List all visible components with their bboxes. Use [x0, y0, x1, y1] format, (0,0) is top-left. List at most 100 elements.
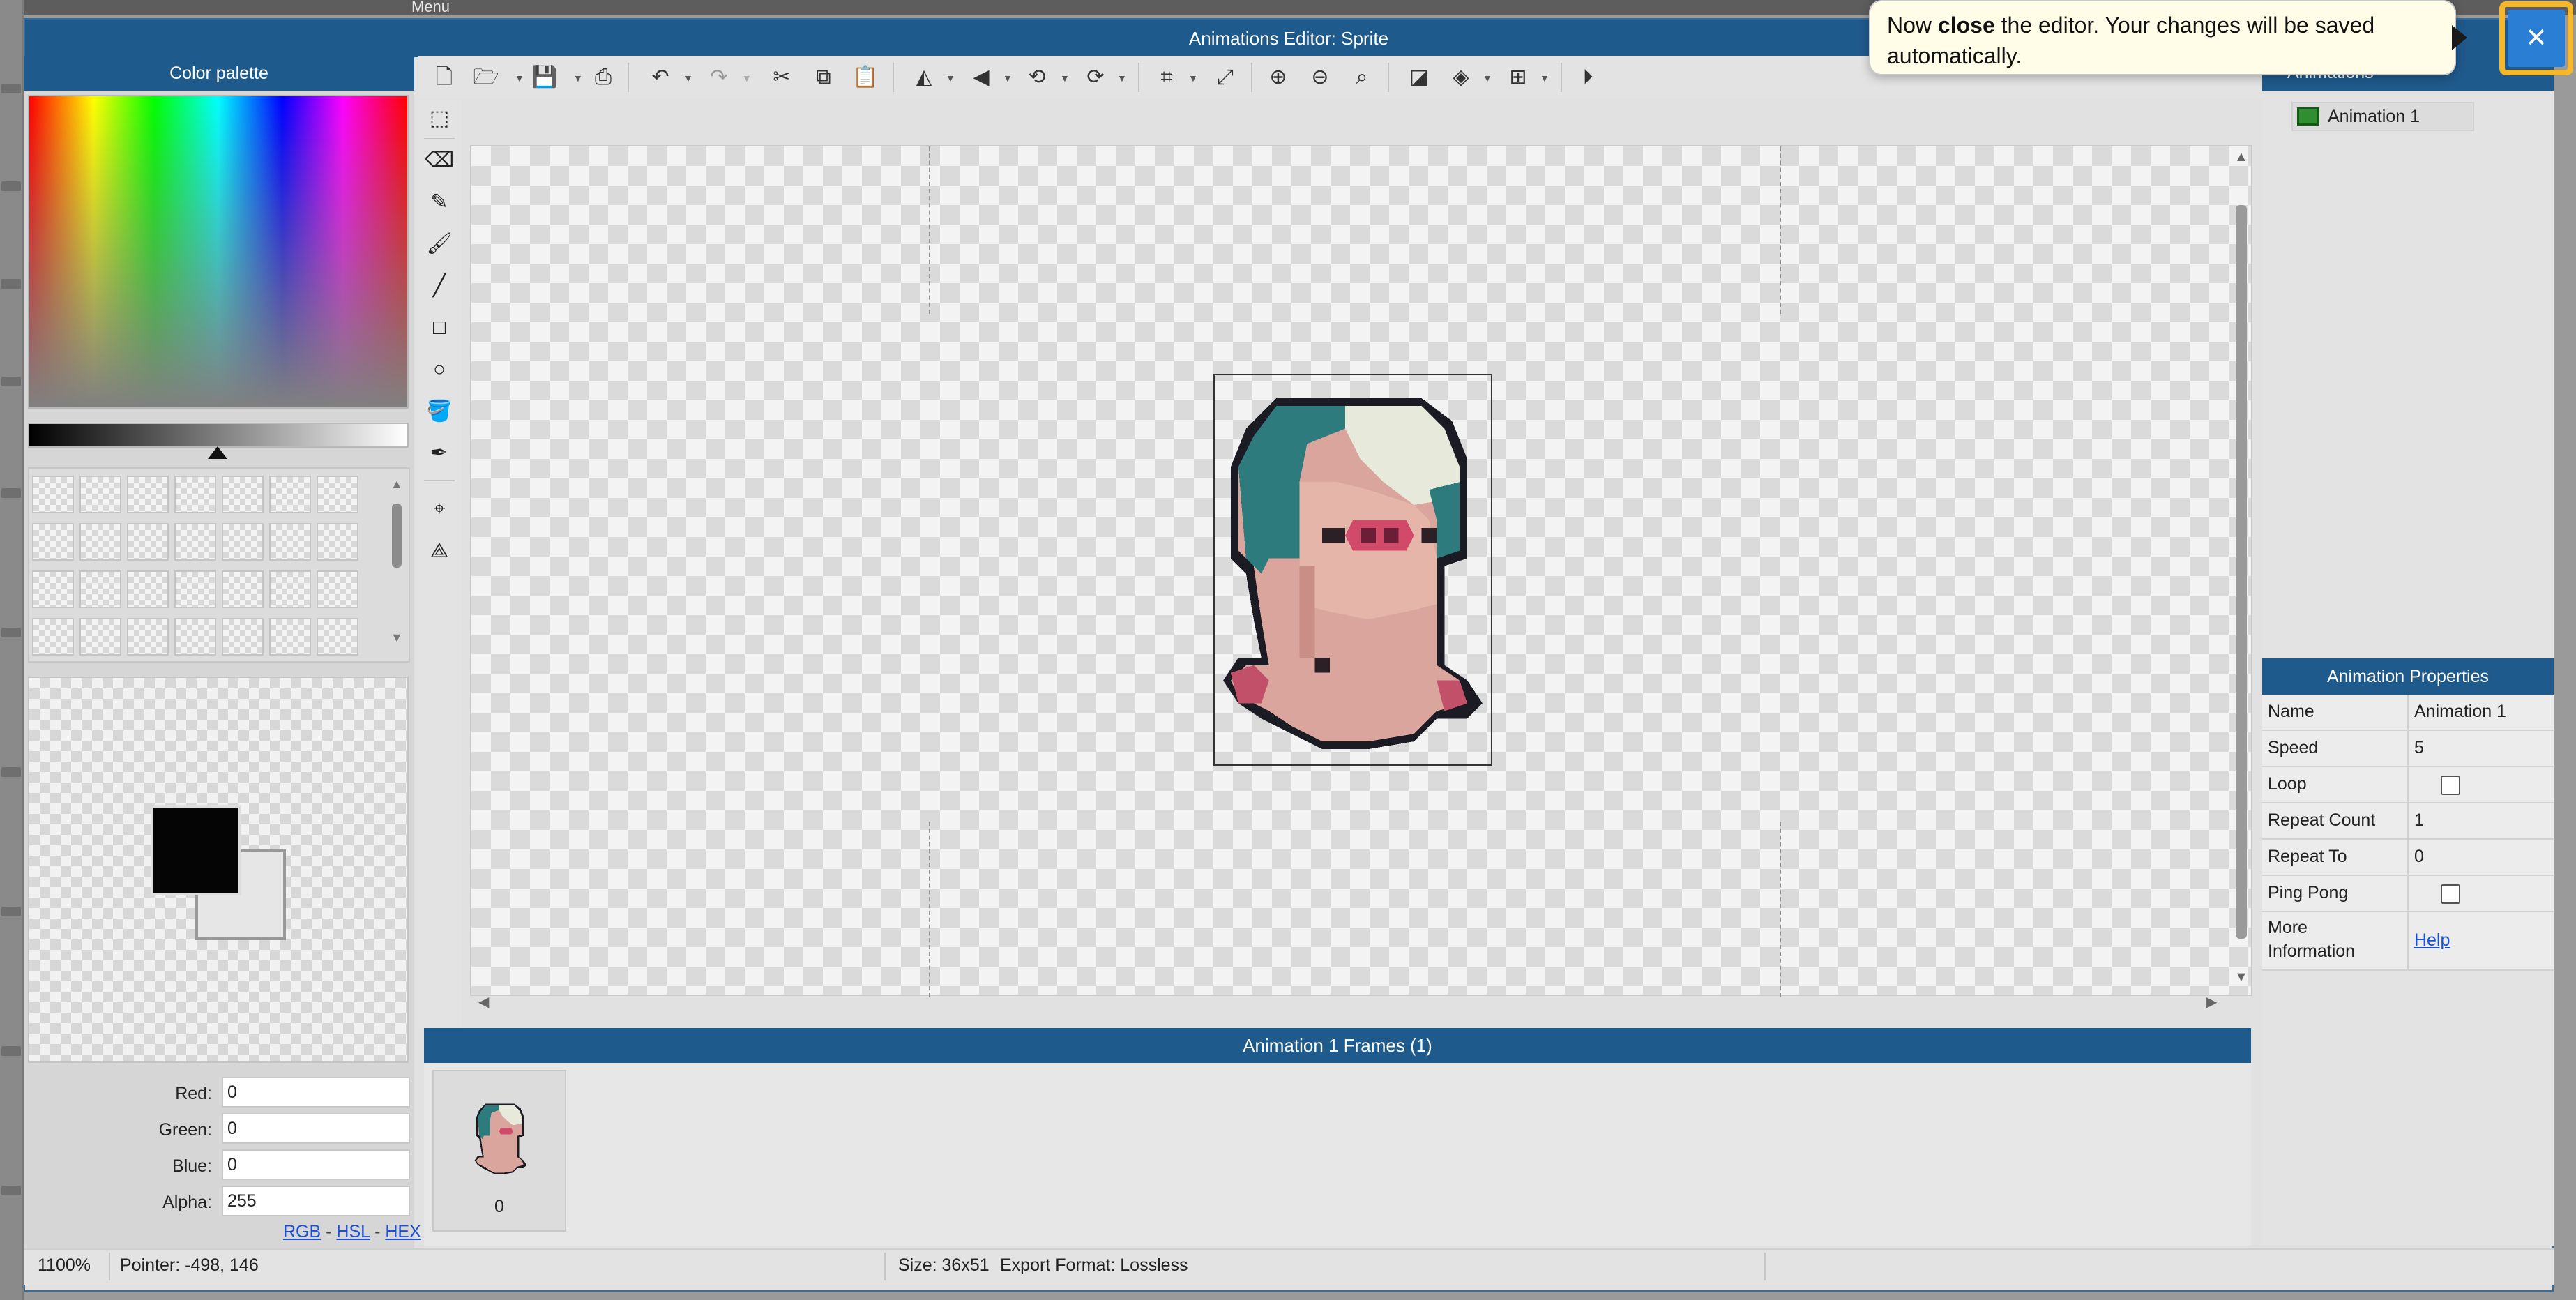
color-swatch[interactable] [269, 523, 311, 561]
line-icon[interactable]: ╱ [424, 271, 455, 301]
new-file-icon[interactable]: 🗋 [430, 63, 459, 92]
swatch-scroll-down-icon[interactable]: ▼ [391, 630, 403, 645]
swatch-scrollbar-thumb[interactable] [392, 504, 402, 568]
color-swatch[interactable] [174, 618, 216, 656]
rectangle-icon[interactable]: □ [424, 312, 455, 343]
zoom-reset-icon[interactable]: ⌕ [1347, 63, 1377, 92]
color-swatch[interactable] [174, 570, 216, 608]
canvas-scroll-left-icon[interactable]: ◀ [478, 993, 489, 1011]
color-swatch[interactable] [317, 618, 358, 656]
color-swatch[interactable] [269, 570, 311, 608]
open-folder-icon[interactable]: 🗁 [471, 63, 501, 92]
point-icon[interactable]: ⌖ [424, 494, 455, 524]
color-swatch[interactable] [32, 523, 74, 561]
rectangle-select-icon[interactable]: ⬚ [424, 103, 455, 134]
transparency-icon[interactable]: ◪ [1404, 63, 1434, 92]
open-dropdown-icon[interactable]: ▼ [515, 73, 524, 84]
color-swatch[interactable] [222, 523, 264, 561]
canvas-vertical-scrollbar[interactable] [2236, 205, 2247, 939]
color-picker-icon[interactable]: ✒ [424, 438, 455, 469]
redo-icon[interactable]: ↷ [704, 63, 734, 92]
crop-dropdown-icon[interactable]: ▼ [1188, 73, 1198, 84]
rotate-clockwise-icon[interactable]: ⟳ [1081, 63, 1110, 92]
crop-icon[interactable]: ⌗ [1152, 63, 1181, 92]
flip-vertical-dropdown-icon[interactable]: ▼ [1003, 73, 1013, 84]
zoom-in-icon[interactable]: ⊕ [1264, 63, 1293, 92]
blue-input[interactable]: 0 [222, 1149, 410, 1180]
color-swatch[interactable] [79, 476, 121, 513]
brightness-slider-marker[interactable] [208, 446, 227, 459]
color-spectrum-picker[interactable] [28, 95, 409, 409]
color-swatch[interactable] [269, 476, 311, 513]
hex-mode-link[interactable]: HEX [385, 1222, 421, 1241]
color-swatch[interactable] [222, 618, 264, 656]
eraser-icon[interactable]: ⌫ [424, 145, 455, 176]
red-input[interactable]: 0 [222, 1077, 410, 1108]
ellipse-icon[interactable]: ○ [424, 354, 455, 385]
hsl-mode-link[interactable]: HSL [336, 1222, 370, 1241]
color-swatch[interactable] [317, 476, 358, 513]
rotate-ccw-dropdown-icon[interactable]: ▼ [1060, 73, 1070, 84]
flip-vertical-icon[interactable]: ◀ [967, 63, 996, 92]
resize-icon[interactable]: ⤢ [1211, 63, 1240, 92]
primary-color-swatch[interactable] [151, 805, 241, 895]
export-icon[interactable]: ⎙ [589, 63, 618, 92]
brush-icon[interactable]: 🖌 [424, 229, 455, 259]
green-input[interactable]: 0 [222, 1113, 410, 1144]
swatch-scroll-up-icon[interactable]: ▲ [391, 477, 403, 492]
paint-bucket-icon[interactable]: 🪣 [424, 396, 455, 427]
help-link[interactable]: Help [2414, 930, 2450, 951]
canvas-scroll-right-icon[interactable]: ▶ [2206, 993, 2217, 1011]
play-icon[interactable]: ⏵ [1573, 63, 1603, 92]
undo-dropdown-icon[interactable]: ▼ [683, 73, 693, 84]
color-swatch[interactable] [32, 570, 74, 608]
speed-value-field[interactable]: 5 [2414, 738, 2424, 758]
color-swatch[interactable] [222, 476, 264, 513]
color-swatch[interactable] [174, 476, 216, 513]
color-swatch[interactable] [79, 523, 121, 561]
color-swatch[interactable] [317, 523, 358, 561]
save-icon[interactable]: 💾 [530, 63, 559, 92]
brightness-slider[interactable] [28, 423, 409, 448]
ping-pong-checkbox[interactable] [2441, 884, 2460, 904]
grid-dropdown-icon[interactable]: ▼ [1540, 73, 1550, 84]
sprite-canvas[interactable] [470, 145, 2252, 997]
name-value-field[interactable]: Animation 1 [2414, 702, 2506, 722]
color-swatch[interactable] [127, 476, 169, 513]
repeat-to-value-field[interactable]: 0 [2414, 847, 2424, 867]
color-swatch[interactable] [127, 618, 169, 656]
flip-horizontal-dropdown-icon[interactable]: ▼ [946, 73, 955, 84]
paste-icon[interactable]: 📋 [851, 63, 880, 92]
polygon-points-icon[interactable]: ⟁ [424, 536, 455, 566]
color-swatch[interactable] [32, 476, 74, 513]
color-swatch[interactable] [79, 570, 121, 608]
rotate-cw-dropdown-icon[interactable]: ▼ [1117, 73, 1127, 84]
canvas-scroll-down-icon[interactable]: ▼ [2234, 969, 2248, 985]
alpha-input[interactable]: 255 [222, 1186, 410, 1216]
color-swatch[interactable] [127, 570, 169, 608]
rotate-counterclockwise-icon[interactable]: ⟲ [1022, 63, 1052, 92]
color-swatch[interactable] [32, 618, 74, 656]
save-dropdown-icon[interactable]: ▼ [573, 73, 583, 84]
color-swatch[interactable] [269, 618, 311, 656]
canvas-scroll-up-icon[interactable]: ▲ [2234, 149, 2248, 165]
layers-icon[interactable]: ◈ [1446, 63, 1476, 92]
color-swatch[interactable] [127, 523, 169, 561]
color-swatch[interactable] [317, 570, 358, 608]
copy-icon[interactable]: ⧉ [809, 63, 838, 92]
cut-icon[interactable]: ✂ [767, 63, 796, 92]
rgb-mode-link[interactable]: RGB [283, 1222, 321, 1241]
loop-checkbox[interactable] [2441, 776, 2460, 795]
color-swatch[interactable] [79, 618, 121, 656]
repeat-count-value-field[interactable]: 1 [2414, 810, 2424, 831]
zoom-out-icon[interactable]: ⊖ [1305, 63, 1335, 92]
flip-horizontal-icon[interactable]: ◭ [909, 63, 939, 92]
layers-dropdown-icon[interactable]: ▼ [1483, 73, 1492, 84]
undo-icon[interactable]: ↶ [646, 63, 675, 92]
color-swatch[interactable] [174, 523, 216, 561]
color-swatch[interactable] [222, 570, 264, 608]
pencil-icon[interactable]: ✎ [424, 187, 455, 218]
grid-icon[interactable]: ⊞ [1503, 63, 1533, 92]
redo-dropdown-icon[interactable]: ▼ [742, 73, 752, 84]
close-button[interactable]: ✕ [2508, 10, 2565, 67]
